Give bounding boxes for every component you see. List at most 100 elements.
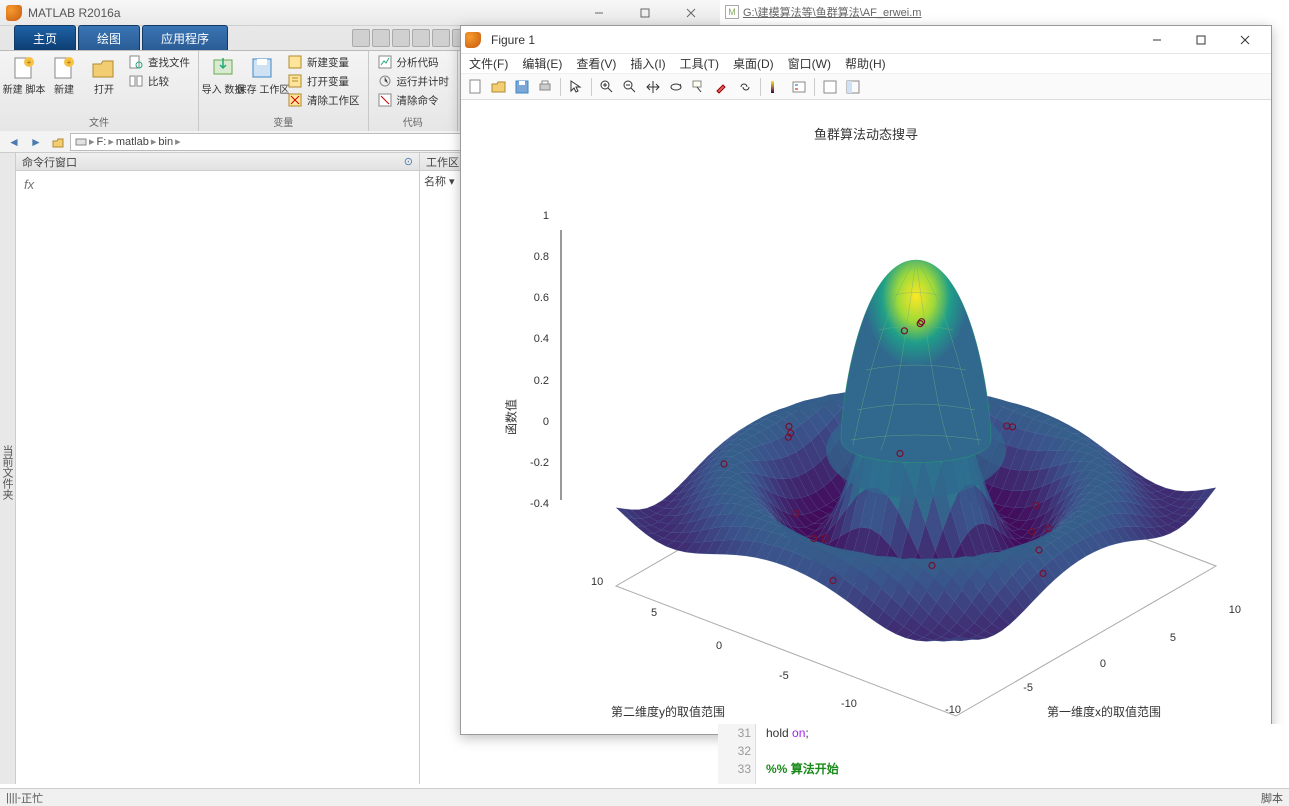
- run-time-icon: [377, 73, 393, 89]
- tb-colorbar-icon[interactable]: [765, 76, 787, 98]
- prompt-icon: fx: [24, 177, 34, 192]
- ribbon-group-file: + 新建 脚本 + 新建 打开 查找文件 比较: [0, 51, 199, 131]
- figure-window: Figure 1 文件(F) 编辑(E) 查看(V) 插入(I) 工具(T) 桌…: [460, 25, 1272, 735]
- ribbon-group-code: 分析代码 运行并计时 清除命令 代码: [369, 51, 459, 131]
- fig-close-button[interactable]: [1223, 28, 1267, 52]
- chart-title: 鱼群算法动态搜寻: [814, 124, 918, 143]
- new-var-icon: [287, 54, 303, 70]
- status-bar: ||||- 正忙 脚本: [0, 788, 1289, 806]
- command-window-panel: 命令行窗口 ⊙ fx: [16, 153, 420, 784]
- figure-axes[interactable]: 鱼群算法动态搜寻 函数值 第一维度x的取值范围 第二维度y的取值范围: [461, 100, 1271, 734]
- compare-icon: [128, 73, 144, 89]
- tb-rotate-icon[interactable]: [665, 76, 687, 98]
- analyze-code-button[interactable]: 分析代码: [375, 53, 452, 71]
- matlab-title: MATLAB R2016a: [28, 6, 576, 20]
- figure-toolbar: [461, 74, 1271, 100]
- open-var-button[interactable]: 打开变量: [285, 72, 362, 90]
- editor-code[interactable]: hold on; %% 算法开始: [756, 724, 1289, 784]
- svg-text:+: +: [27, 58, 32, 67]
- tb-dock-icon[interactable]: [842, 76, 864, 98]
- qa-5-icon[interactable]: [432, 29, 450, 47]
- save-ws-icon: [249, 55, 277, 83]
- quick-access: [352, 29, 470, 47]
- cmd-panel-title: 命令行窗口: [22, 154, 77, 170]
- z-axis-label: 函数值: [503, 399, 520, 435]
- tb-hide-icon[interactable]: [819, 76, 841, 98]
- compare-button[interactable]: 比较: [126, 72, 192, 90]
- tb-pan-icon[interactable]: [642, 76, 664, 98]
- tb-save-icon[interactable]: [511, 76, 533, 98]
- tb-print-icon[interactable]: [534, 76, 556, 98]
- matlab-logo-icon: [6, 5, 22, 21]
- ribbon-group-variable: 导入 数据 保存 工作区 新建变量 打开变量 清除工作区 变量: [199, 51, 369, 131]
- import-button[interactable]: 导入 数据: [205, 53, 241, 113]
- qa-3-icon[interactable]: [392, 29, 410, 47]
- tb-zoomin-icon[interactable]: [596, 76, 618, 98]
- new-script-button[interactable]: + 新建 脚本: [6, 53, 42, 113]
- fig-maximize-button[interactable]: [1179, 28, 1223, 52]
- menu-window[interactable]: 窗口(W): [788, 55, 831, 72]
- clear-ws-button[interactable]: 清除工作区: [285, 91, 362, 109]
- tb-pointer-icon[interactable]: [565, 76, 587, 98]
- menu-desktop[interactable]: 桌面(D): [733, 55, 774, 72]
- menu-view[interactable]: 查看(V): [576, 55, 616, 72]
- tb-link-icon[interactable]: [734, 76, 756, 98]
- menu-file[interactable]: 文件(F): [469, 55, 508, 72]
- save-workspace-button[interactable]: 保存 工作区: [245, 53, 281, 113]
- figure-menubar: 文件(F) 编辑(E) 查看(V) 插入(I) 工具(T) 桌面(D) 窗口(W…: [461, 54, 1271, 74]
- tb-open-icon[interactable]: [488, 76, 510, 98]
- figure-title: Figure 1: [491, 33, 1135, 47]
- workspace-title: 工作区: [426, 154, 459, 170]
- figure-logo-icon: [465, 32, 481, 48]
- menu-help[interactable]: 帮助(H): [845, 55, 886, 72]
- surface-plot: [521, 170, 1261, 730]
- editor-gutter: 313233: [718, 724, 756, 784]
- menu-insert[interactable]: 插入(I): [630, 55, 665, 72]
- back-button[interactable]: ◄: [4, 133, 24, 151]
- close-button[interactable]: [668, 2, 714, 24]
- drive-icon: [75, 136, 87, 148]
- tb-brush-icon[interactable]: [711, 76, 733, 98]
- mfile-icon: M: [725, 5, 739, 19]
- command-window[interactable]: fx: [16, 171, 419, 784]
- matlab-titlebar: MATLAB R2016a: [0, 0, 720, 26]
- run-time-button[interactable]: 运行并计时: [375, 72, 452, 90]
- open-var-icon: [287, 73, 303, 89]
- name-column: 名称: [424, 176, 446, 188]
- tab-home[interactable]: 主页: [14, 25, 76, 50]
- svg-text:+: +: [67, 58, 72, 67]
- qa-1-icon[interactable]: [352, 29, 370, 47]
- qa-2-icon[interactable]: [372, 29, 390, 47]
- new-button[interactable]: + 新建: [46, 53, 82, 113]
- menu-tools[interactable]: 工具(T): [680, 55, 719, 72]
- tb-datacursor-icon[interactable]: [688, 76, 710, 98]
- tb-new-icon[interactable]: [465, 76, 487, 98]
- new-var-button[interactable]: 新建变量: [285, 53, 362, 71]
- fig-minimize-button[interactable]: [1135, 28, 1179, 52]
- minimize-button[interactable]: [576, 2, 622, 24]
- import-icon: [209, 55, 237, 83]
- figure-titlebar[interactable]: Figure 1: [461, 26, 1271, 54]
- panel-menu-icon[interactable]: ⊙: [404, 155, 413, 168]
- open-icon: [90, 55, 118, 83]
- forward-button[interactable]: ►: [26, 133, 46, 151]
- analyze-icon: [377, 54, 393, 70]
- z-ticks: 1 0.8 0.6 0.4 0.2 0 -0.2 -0.4: [521, 210, 549, 510]
- maximize-button[interactable]: [622, 2, 668, 24]
- editor-file-tab[interactable]: M G:\建模算法等\鱼群算法\AF_erwei.m: [725, 0, 921, 24]
- tab-plot[interactable]: 绘图: [78, 25, 140, 50]
- tb-zoomout-icon[interactable]: [619, 76, 641, 98]
- menu-edit[interactable]: 编辑(E): [522, 55, 562, 72]
- find-files-button[interactable]: 查找文件: [126, 53, 192, 71]
- find-files-icon: [128, 54, 144, 70]
- clear-cmd-icon: [377, 92, 393, 108]
- qa-4-icon[interactable]: [412, 29, 430, 47]
- clear-cmd-button[interactable]: 清除命令: [375, 91, 452, 109]
- clear-ws-icon: [287, 92, 303, 108]
- editor-code-peek: 313233 hold on; %% 算法开始: [718, 724, 1289, 784]
- up-folder-button[interactable]: [48, 133, 68, 151]
- current-folder-tab[interactable]: 当前文件夹: [0, 153, 16, 784]
- open-button[interactable]: 打开: [86, 53, 122, 113]
- tb-legend-icon[interactable]: [788, 76, 810, 98]
- tab-apps[interactable]: 应用程序: [142, 25, 228, 50]
